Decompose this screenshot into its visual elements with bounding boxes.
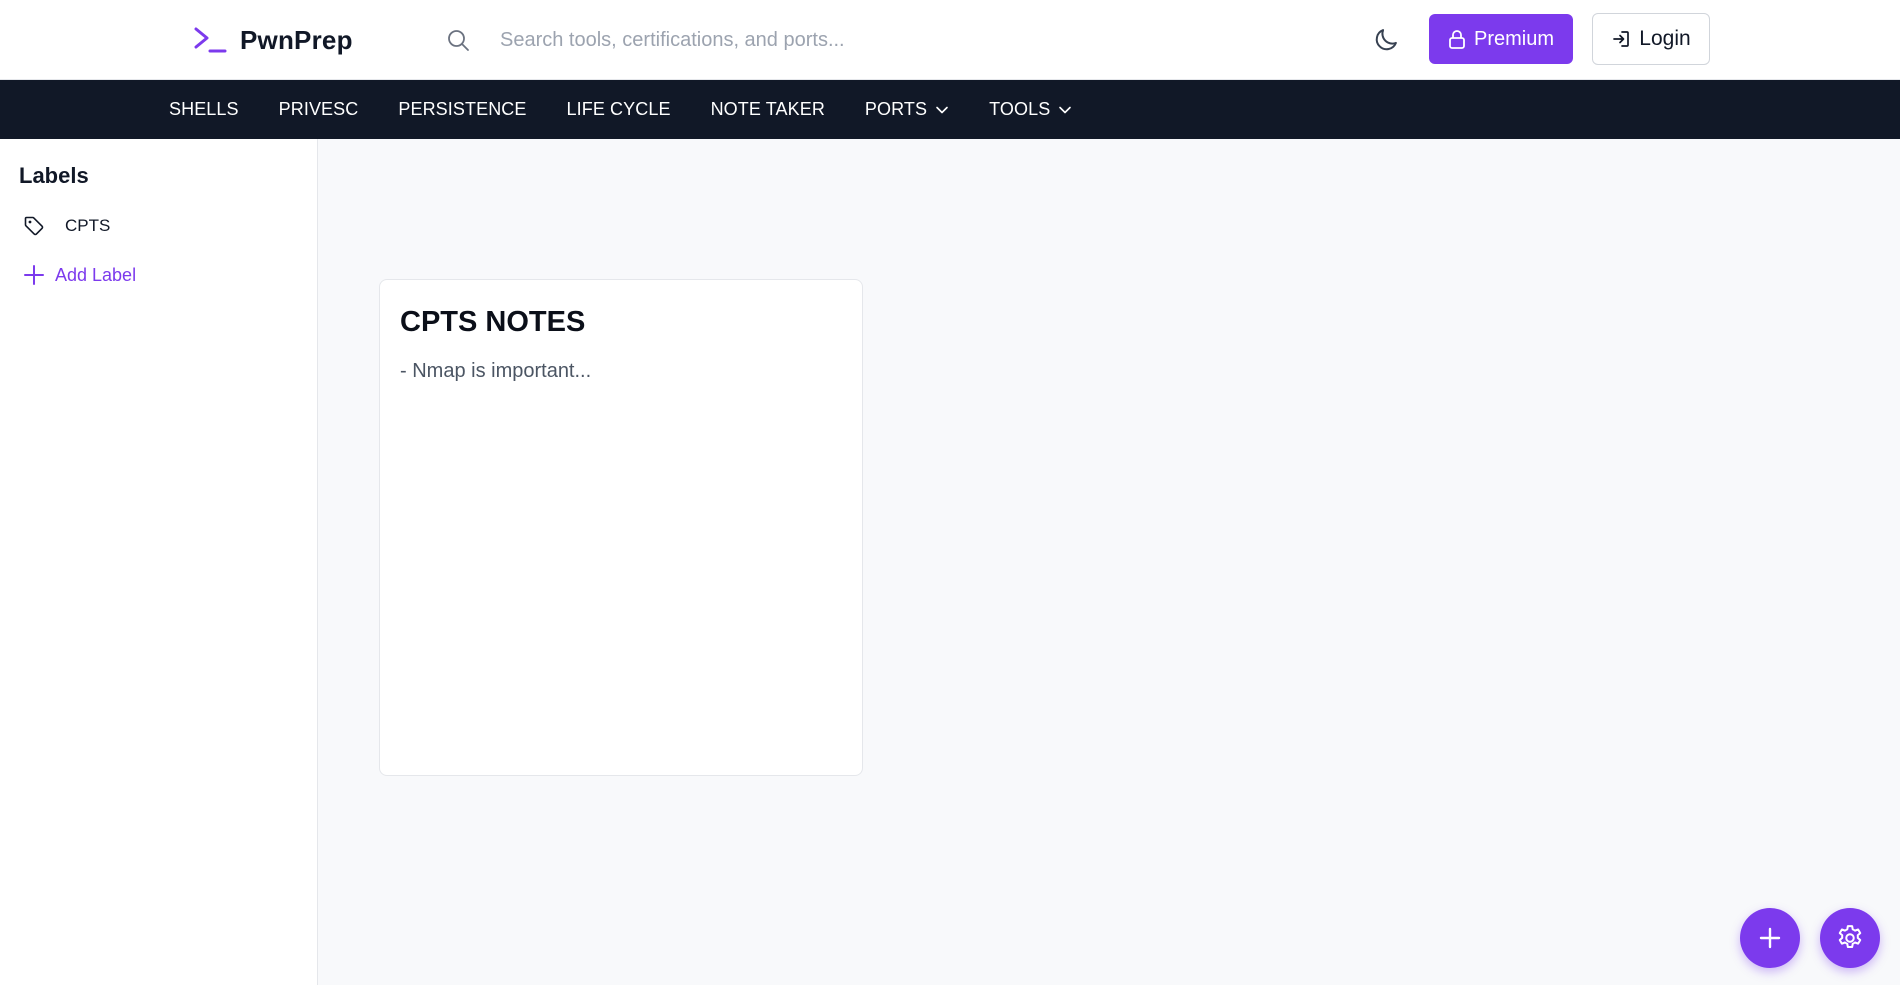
label-name: CPTS	[65, 216, 111, 235]
plus-icon	[24, 265, 44, 285]
search-icon	[448, 30, 469, 51]
main-nav: SHELLS PRIVESC PERSISTENCE LIFE CYCLE NO…	[0, 80, 1900, 139]
chevron-down-icon	[1059, 106, 1072, 113]
add-label-text: Add Label	[55, 264, 137, 285]
nav-item-label: TOOLS	[989, 99, 1051, 119]
login-icon	[1613, 31, 1630, 47]
nav-item-privesc[interactable]: PRIVESC	[279, 99, 359, 120]
brand-name: PwnPrep	[240, 24, 353, 55]
add-label-button[interactable]: Add Label	[22, 263, 136, 287]
premium-button[interactable]: Premium	[1429, 14, 1573, 64]
search-input[interactable]	[498, 27, 1102, 53]
nav-items: SHELLS PRIVESC PERSISTENCE LIFE CYCLE NO…	[169, 80, 1112, 139]
note-preview: - Nmap is important...	[400, 360, 592, 382]
plus-icon	[1759, 927, 1781, 949]
nav-item-label: PORTS	[864, 99, 928, 119]
add-note-button[interactable]	[1740, 908, 1800, 968]
lock-icon	[1449, 30, 1465, 49]
nav-item-label: LIFE CYCLE	[566, 99, 671, 119]
nav-item-life-cycle[interactable]: LIFE CYCLE	[567, 99, 671, 120]
note-card[interactable]: CPTS NOTES - Nmap is important...	[379, 279, 863, 776]
tag-icon	[24, 216, 44, 236]
sidebar-title: Labels	[19, 163, 89, 188]
nav-item-label: PERSISTENCE	[398, 99, 527, 119]
moon-icon[interactable]	[1372, 26, 1400, 54]
settings-button[interactable]	[1820, 908, 1880, 968]
note-title: CPTS NOTES	[400, 306, 586, 338]
search-bar	[446, 20, 1346, 60]
nav-item-tools[interactable]: TOOLS	[989, 99, 1072, 120]
login-button[interactable]: Login	[1592, 13, 1710, 65]
nav-item-label: PRIVESC	[278, 99, 359, 119]
brand-logo[interactable]: PwnPrep	[193, 20, 353, 60]
gear-icon	[1838, 925, 1862, 948]
nav-item-ports[interactable]: PORTS	[865, 99, 949, 120]
nav-item-shells[interactable]: SHELLS	[169, 99, 239, 120]
nav-item-note-taker[interactable]: NOTE TAKER	[711, 99, 825, 120]
chevron-down-icon	[936, 106, 948, 113]
label-item-cpts[interactable]: CPTS	[23, 215, 110, 237]
top-header: PwnPrep Premium Login	[0, 0, 1900, 80]
nav-item-label: NOTE TAKER	[710, 99, 825, 119]
login-label: Login	[1639, 27, 1691, 50]
labels-sidebar: Labels CPTS Add Label	[0, 139, 318, 985]
nav-item-label: SHELLS	[169, 99, 239, 119]
nav-item-persistence[interactable]: PERSISTENCE	[398, 99, 526, 120]
premium-label: Premium	[1473, 27, 1554, 50]
terminal-prompt-icon	[194, 27, 227, 53]
